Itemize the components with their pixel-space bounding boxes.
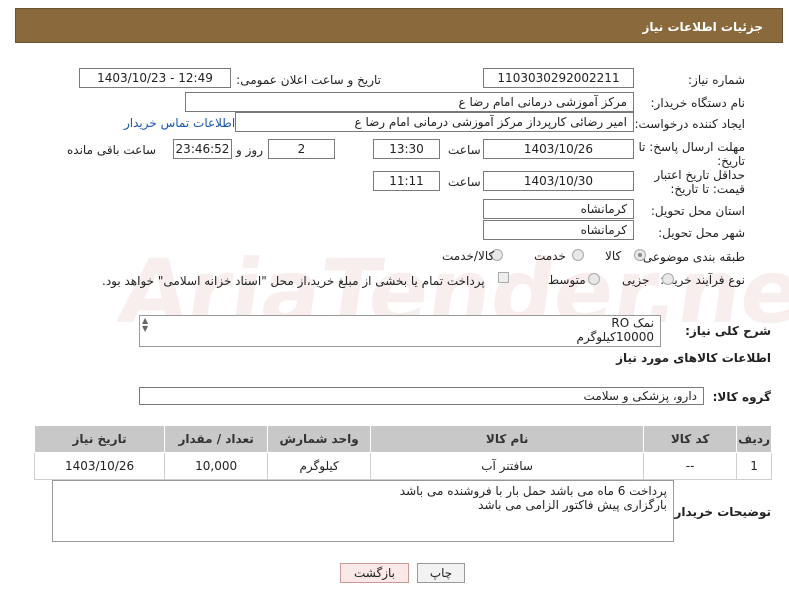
- process-radio-medium[interactable]: [588, 273, 600, 285]
- back-button[interactable]: بازگشت: [340, 563, 409, 583]
- category-radio-service[interactable]: [572, 249, 584, 261]
- col-name: نام کالا: [370, 425, 645, 453]
- category-option-service: خدمت: [534, 249, 566, 263]
- remaining-time-field[interactable]: 23:46:52: [173, 139, 232, 159]
- creator-label: ایجاد کننده درخواست:: [634, 117, 745, 131]
- buyer-notes-line-1: پرداخت 6 ماه می باشد حمل بار با فروشنده …: [399, 484, 667, 498]
- category-option-goods-service: کالا/خدمت: [442, 249, 495, 263]
- city-field[interactable]: کرمانشاه: [483, 220, 634, 240]
- col-row: ردیف: [736, 425, 772, 453]
- goods-group-label: گروه کالا:: [712, 390, 771, 404]
- cell-code: --: [643, 452, 738, 480]
- category-radio-goods[interactable]: [634, 249, 646, 261]
- cell-name: سافتنر آب: [370, 452, 645, 480]
- days-label: روز و: [236, 143, 263, 157]
- process-radio-minor[interactable]: [662, 273, 674, 285]
- cell-row: 1: [736, 452, 772, 480]
- goods-group-field[interactable]: دارو، پزشکی و سلامت: [139, 387, 704, 405]
- payment-note: پرداخت تمام یا بخشی از مبلغ خرید،از محل …: [102, 274, 485, 288]
- cell-date: 1403/10/26: [33, 452, 166, 480]
- description-label: شرح کلی نیاز:: [685, 324, 771, 338]
- remaining-label: ساعت باقی مانده: [67, 143, 157, 157]
- cell-unit: کیلوگرم: [267, 452, 372, 480]
- process-option-minor: جزیی: [622, 273, 650, 287]
- goods-table: ردیف کد کالا نام کالا واحد شمارش تعداد /…: [33, 425, 772, 480]
- goods-table-header: ردیف کد کالا نام کالا واحد شمارش تعداد /…: [33, 425, 772, 453]
- city-label: شهر محل تحویل:: [658, 226, 745, 240]
- deadline-time-field[interactable]: 13:30: [373, 139, 440, 159]
- scroll-arrows-icon[interactable]: ▲ ▼: [142, 317, 148, 333]
- validity-time-field[interactable]: 11:11: [373, 171, 440, 191]
- process-option-medium: متوسط: [548, 273, 586, 287]
- buyer-label: نام دستگاه خریدار:: [650, 96, 746, 110]
- validity-time-label: ساعت: [448, 175, 481, 189]
- need-number-label: شماره نیاز:: [688, 73, 745, 87]
- buyer-field[interactable]: مرکز آموزشی درمانی امام رضا ع: [185, 92, 634, 112]
- days-field[interactable]: 2: [268, 139, 335, 159]
- announce-label: تاریخ و ساعت اعلان عمومی:: [236, 73, 381, 87]
- col-unit: واحد شمارش: [267, 425, 372, 453]
- print-button[interactable]: چاپ: [417, 563, 465, 583]
- category-label: طبقه بندی موضوعی:: [638, 250, 745, 264]
- buyer-notes-label: توضیحات خریدار:: [669, 505, 771, 519]
- validity-label: حداقل تاریخ اعتبار قیمت: تا تاریخ:: [654, 168, 745, 196]
- deadline-label: مهلت ارسال پاسخ: تا تاریخ:: [638, 140, 745, 168]
- buyer-notes-textarea[interactable]: پرداخت 6 ماه می باشد حمل بار با فروشنده …: [52, 480, 674, 542]
- description-line-1: نمک RO: [611, 316, 654, 330]
- buyer-contact-link[interactable]: اطلاعات تماس خریدار: [124, 116, 235, 130]
- col-code: کد کالا: [643, 425, 738, 453]
- province-label: استان محل تحویل:: [650, 204, 745, 218]
- col-date: تاریخ نیاز: [33, 425, 166, 453]
- payment-checkbox[interactable]: [498, 272, 509, 283]
- table-row[interactable]: 1 -- سافتنر آب کیلوگرم 10,000 1403/10/26: [33, 452, 772, 480]
- announce-field[interactable]: 1403/10/23 - 12:49: [79, 68, 231, 88]
- description-line-2: 10000کیلوگرم: [576, 330, 654, 344]
- category-option-goods: کالا: [605, 249, 622, 263]
- goods-section-title: اطلاعات کالاهای مورد نیاز: [616, 351, 771, 365]
- need-number-field[interactable]: 1103030292002211: [483, 68, 634, 88]
- buyer-notes-line-2: بارگزاری پیش فاکتور الزامی می باشد: [478, 498, 667, 512]
- col-qty: تعداد / مقدار: [164, 425, 269, 453]
- creator-field[interactable]: امیر رضائی کارپرداز مرکز آموزشی درمانی ا…: [235, 112, 634, 132]
- validity-date-field[interactable]: 1403/10/30: [483, 171, 634, 191]
- page-title: جزئیات اطلاعات نیاز: [642, 20, 763, 34]
- province-field[interactable]: کرمانشاه: [483, 199, 634, 219]
- deadline-time-label: ساعت: [448, 143, 481, 157]
- deadline-date-field[interactable]: 1403/10/26: [483, 139, 634, 159]
- description-textarea[interactable]: نمک RO 10000کیلوگرم ▲ ▼: [139, 315, 661, 347]
- cell-qty: 10,000: [164, 452, 269, 480]
